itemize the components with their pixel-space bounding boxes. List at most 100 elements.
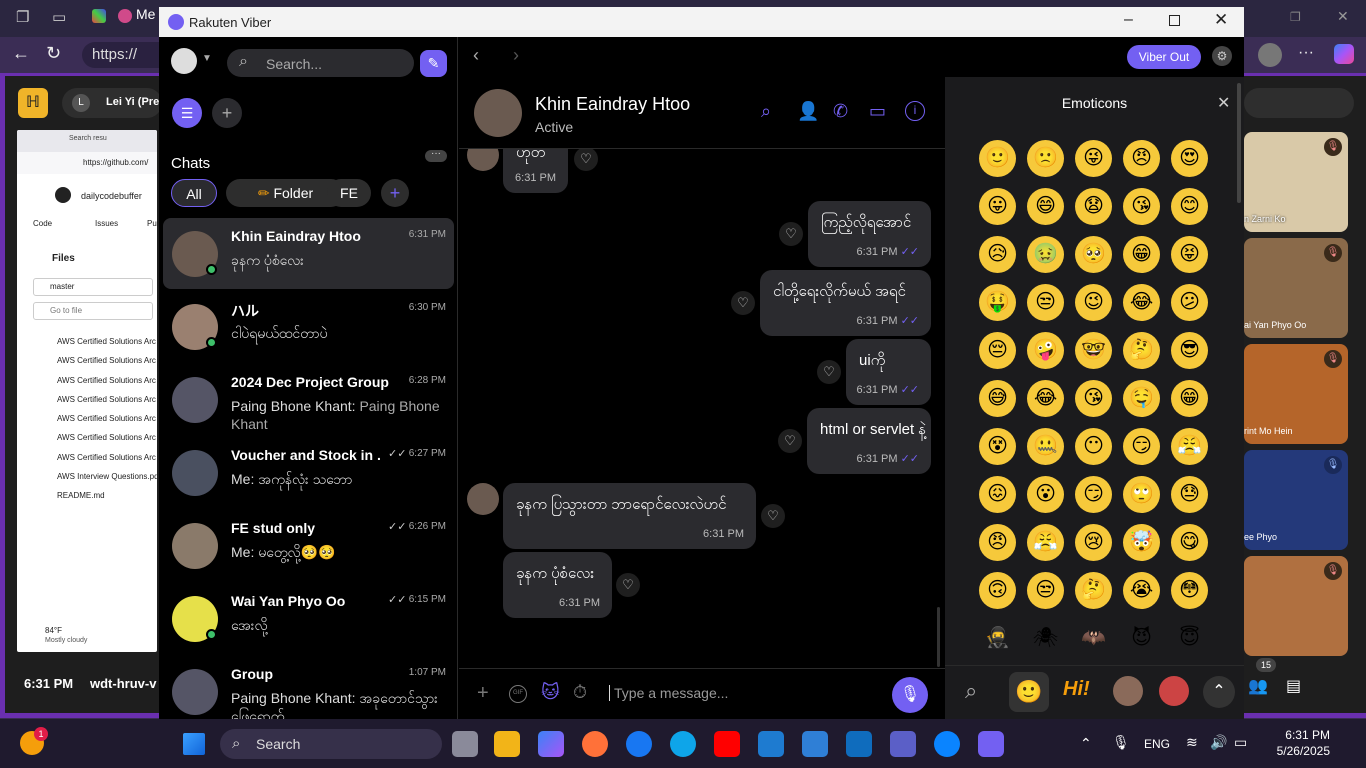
- emoji-item[interactable]: 😝: [1171, 236, 1208, 273]
- filter-all[interactable]: All: [171, 179, 217, 207]
- emoji-item[interactable]: 🤐: [1027, 428, 1064, 465]
- emoji-item[interactable]: 🦇: [1075, 620, 1112, 657]
- profile-avatar[interactable]: [1258, 43, 1282, 67]
- microphone-icon[interactable]: 🎙: [1112, 734, 1130, 751]
- emoji-item[interactable]: 😄: [1027, 188, 1064, 225]
- emoji-item[interactable]: 🤔: [1123, 332, 1160, 369]
- participant-tile[interactable]: 🎙 ee Phyo: [1244, 450, 1348, 550]
- video-call-icon[interactable]: ▭: [869, 101, 886, 122]
- maximize-icon[interactable]: [1169, 15, 1180, 26]
- emoji-item[interactable]: 😊: [1171, 188, 1208, 225]
- emoji-item[interactable]: 😁: [1171, 380, 1208, 417]
- heart-icon[interactable]: ♡: [779, 222, 803, 246]
- messenger-icon[interactable]: [934, 731, 960, 757]
- chat-item-group[interactable]: Group 1:07 PM Paing Bhone Khant: အခုတောင…: [163, 656, 454, 719]
- more-icon[interactable]: ···: [1298, 44, 1314, 62]
- heart-icon[interactable]: ♡: [616, 573, 640, 597]
- viber-taskbar-icon[interactable]: [978, 731, 1004, 757]
- emoji-item[interactable]: 😵: [979, 428, 1016, 465]
- outlook-icon[interactable]: [846, 731, 872, 757]
- heart-icon[interactable]: ♡: [574, 149, 598, 171]
- emoji-item[interactable]: 😅: [979, 380, 1016, 417]
- heart-icon[interactable]: ♡: [731, 291, 755, 315]
- settings-icon[interactable]: ⚙: [1212, 46, 1232, 66]
- message-bubble[interactable]: ဟုတ် 6:31 PM: [503, 149, 568, 193]
- emoji-item[interactable]: 😳: [1171, 572, 1208, 609]
- emoji-item[interactable]: 🤑: [979, 284, 1016, 321]
- compose-button[interactable]: ✎: [420, 50, 447, 77]
- close-icon[interactable]: ✕: [1337, 8, 1349, 25]
- task-view-icon[interactable]: [452, 731, 478, 757]
- chat-item-khin[interactable]: Khin Eaindray Htoo 6:31 PM ခုနက ပုံစံလေး: [163, 218, 454, 289]
- volume-icon[interactable]: 🔊: [1210, 734, 1227, 751]
- emoji-item[interactable]: 😋: [1171, 524, 1208, 561]
- sticker-pack-hi-icon[interactable]: Hi!: [1063, 678, 1090, 701]
- vscode-icon[interactable]: [758, 731, 784, 757]
- emoji-item[interactable]: 😤: [1171, 428, 1208, 465]
- restore-icon[interactable]: ❐: [1290, 10, 1301, 24]
- chat-item-project-group[interactable]: 2024 Dec Project Group 6:28 PM Paing Bho…: [163, 364, 454, 435]
- emoji-item[interactable]: 😤: [1027, 524, 1064, 561]
- emoji-item[interactable]: 😎: [1171, 332, 1208, 369]
- add-filter-button[interactable]: +: [381, 179, 409, 207]
- scrollbar[interactable]: [1237, 83, 1241, 203]
- search-icon[interactable]: ⌕: [965, 678, 977, 704]
- emoji-item[interactable]: 😛: [979, 188, 1016, 225]
- emoji-item[interactable]: 😥: [979, 236, 1016, 273]
- info-icon[interactable]: i: [905, 101, 925, 121]
- chat-item-voucher[interactable]: Voucher and Stock in ... ✓✓ 6:27 PM Me: …: [163, 437, 454, 508]
- emoji-item[interactable]: 🕷: [1027, 620, 1064, 657]
- emoji-item[interactable]: 😖: [979, 476, 1016, 513]
- chat-item-fe-stud[interactable]: FE stud only ✓✓ 6:26 PM Me: မတွေ့လို့🥺🥺: [163, 510, 454, 581]
- emoji-item[interactable]: 😒: [1027, 284, 1064, 321]
- emoji-item[interactable]: 😇: [1171, 620, 1208, 657]
- back-icon[interactable]: ‹: [473, 45, 479, 66]
- emoji-item[interactable]: 😓: [1171, 476, 1208, 513]
- emoji-item[interactable]: 😧: [1075, 188, 1112, 225]
- tab-list-icon[interactable]: ▭: [52, 8, 66, 26]
- people-icon[interactable]: 👥: [1248, 676, 1268, 696]
- emoji-item[interactable]: 😘: [1123, 188, 1160, 225]
- message-bubble[interactable]: ခုနက ပုံစံလေး 6:31 PM: [503, 552, 612, 618]
- emoji-item[interactable]: 😁: [1123, 236, 1160, 273]
- copilot-icon[interactable]: [538, 731, 564, 757]
- emoji-item[interactable]: 🤢: [1027, 236, 1064, 273]
- search-icon[interactable]: ⌕: [761, 101, 771, 122]
- chat-item-wai-yan[interactable]: Wai Yan Phyo Oo ✓✓ 6:15 PM အေးလို့: [163, 583, 454, 654]
- message-input[interactable]: Type a message...: [609, 685, 728, 701]
- emoji-item[interactable]: 🥺: [1075, 236, 1112, 273]
- emoji-item[interactable]: 😂: [1027, 380, 1064, 417]
- clock-time[interactable]: 6:31 PM: [1266, 728, 1330, 742]
- sticker-icon[interactable]: 🐱: [541, 682, 560, 703]
- sticker-pack-icon[interactable]: [1159, 676, 1189, 706]
- back-icon[interactable]: ←: [12, 43, 30, 64]
- file-explorer-icon[interactable]: [494, 731, 520, 757]
- emoji-item[interactable]: 🤓: [1075, 332, 1112, 369]
- firefox-icon[interactable]: [582, 731, 608, 757]
- teams-icon[interactable]: [890, 731, 916, 757]
- emoji-item[interactable]: 😍: [1171, 140, 1208, 177]
- refresh-icon[interactable]: ↻: [46, 43, 61, 64]
- emoji-item[interactable]: 🤪: [1027, 332, 1064, 369]
- taskbar-search[interactable]: ⌕ Search: [220, 729, 442, 759]
- participant-tile[interactable]: 🎙: [1244, 556, 1348, 656]
- message-bubble[interactable]: uiကို 6:31 PM ✓✓: [846, 339, 931, 405]
- emoji-item[interactable]: 🤔: [1075, 572, 1112, 609]
- message-bubble[interactable]: ခုနက ပြသွားတာ ဘာရောင်လေးလဲဟင် 6:31 PM: [503, 483, 756, 549]
- heart-icon[interactable]: ♡: [761, 504, 785, 528]
- avatar[interactable]: [474, 89, 522, 137]
- add-button[interactable]: +: [212, 98, 242, 128]
- chevron-up-icon[interactable]: ⌃: [1080, 735, 1092, 752]
- gif-icon[interactable]: GIF: [509, 685, 527, 703]
- language-indicator[interactable]: ENG: [1144, 737, 1170, 751]
- close-icon[interactable]: ✕: [1214, 10, 1228, 30]
- emoji-item[interactable]: 😏: [1075, 476, 1112, 513]
- emoji-item[interactable]: 😏: [1123, 428, 1160, 465]
- emoji-item[interactable]: 😕: [1171, 284, 1208, 321]
- chat-item-haru[interactable]: ハル 6:30 PM ငါပဲရမယ်ထင်တာပဲ: [163, 291, 454, 362]
- edge-icon[interactable]: [670, 731, 696, 757]
- participant-tile[interactable]: 🎙 rint Mo Hein: [1244, 344, 1348, 444]
- copilot-icon[interactable]: [1334, 44, 1354, 64]
- emoji-item[interactable]: 😘: [1075, 380, 1112, 417]
- participant-tile[interactable]: 🎙 n Zarni Ko: [1244, 132, 1348, 232]
